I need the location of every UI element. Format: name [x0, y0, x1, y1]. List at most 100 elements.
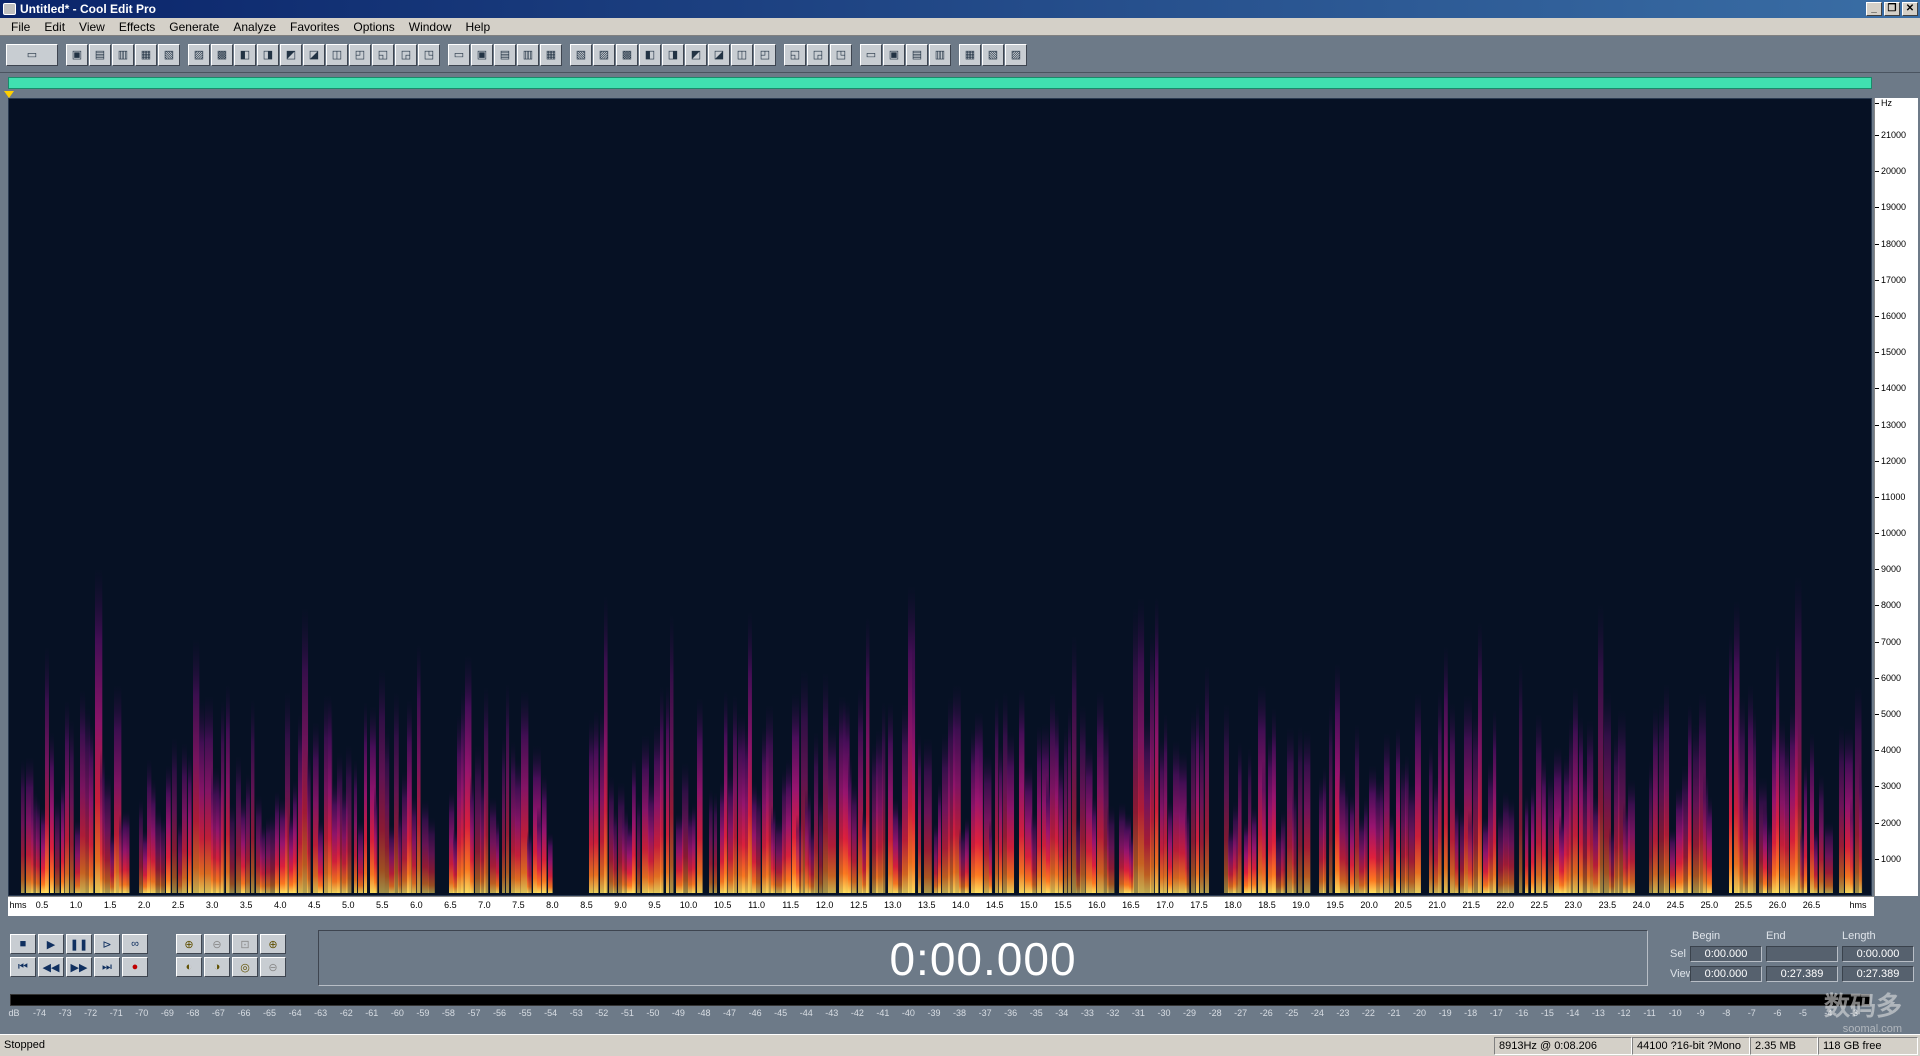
play-cursor-marker[interactable]	[4, 91, 14, 98]
menu-view[interactable]: View	[72, 18, 112, 36]
frequency-tick: 6000	[1875, 673, 1901, 683]
go-to-start-button[interactable]: ⏮	[10, 957, 36, 977]
record-button[interactable]: ●	[122, 957, 148, 977]
pitch-icon[interactable]: ▤	[906, 43, 928, 66]
fade-icon[interactable]: ▦	[540, 43, 562, 66]
time-ruler[interactable]: hms hms 0.5 1.0 1.5 2.0 2.5 3.0 3.5 4.0 4.5 5.0 5.…	[8, 896, 1874, 916]
spectral-energy-band	[1164, 713, 1168, 893]
zoom-out-horizontal-button[interactable]: ⊖	[204, 934, 230, 954]
rewind-button[interactable]: ◀◀	[38, 957, 64, 977]
play-to-end-button[interactable]: ⊳	[94, 934, 120, 954]
cd-icon[interactable]: ◲	[807, 43, 829, 66]
fast-forward-button[interactable]: ▶▶	[66, 957, 92, 977]
bpm-icon[interactable]: ◩	[685, 43, 707, 66]
save-icon[interactable]: ▥	[112, 43, 134, 66]
menu-edit[interactable]: Edit	[37, 18, 72, 36]
menu-analyze[interactable]: Analyze	[226, 18, 283, 36]
zoom-selection-button[interactable]: ◎	[232, 957, 258, 977]
spectral-energy-band	[1003, 691, 1008, 893]
spectral-energy-band	[1573, 686, 1578, 893]
time-tick: 4.5	[307, 900, 321, 910]
minimize-button[interactable]: _	[1866, 2, 1882, 16]
phase-icon[interactable]: ▧	[982, 43, 1004, 66]
meter-tick: -50	[646, 1008, 660, 1018]
pause-button[interactable]: ❚❚	[66, 934, 92, 954]
menu-window[interactable]: Window	[402, 18, 459, 36]
script-icon[interactable]: ▭	[860, 43, 882, 66]
spectral-energy-band	[275, 791, 280, 893]
settings-icon[interactable]: ◱	[784, 43, 806, 66]
go-to-end-button[interactable]: ⏭	[94, 957, 120, 977]
loop-button[interactable]: ∞	[122, 934, 148, 954]
copy-icon[interactable]: ◨	[257, 43, 279, 66]
zoom-to-left-button[interactable]: ◐	[176, 957, 202, 977]
paste-icon[interactable]: ◩	[280, 43, 302, 66]
status-bar: Stopped 8913Hz @ 0:08.206 44100 ?16-bit …	[0, 1034, 1920, 1056]
spectral-energy-band	[1064, 726, 1068, 893]
clipboard-icon[interactable]: ◲	[395, 43, 417, 66]
view-begin-field[interactable]: 0:00.000	[1690, 966, 1762, 982]
channel-icon[interactable]: ▤	[494, 43, 516, 66]
undo-icon[interactable]: ▨	[188, 43, 210, 66]
sel-end-field[interactable]	[1766, 946, 1838, 962]
spectral-energy-band	[36, 797, 40, 893]
zoom-out-full-button[interactable]: ⊡	[232, 934, 258, 954]
frequency-tick-label: 16000	[1881, 310, 1907, 321]
menu-effects[interactable]: Effects	[112, 18, 162, 36]
sel-begin-field[interactable]: 0:00.000	[1690, 946, 1762, 962]
restore-button[interactable]: ❐	[1884, 2, 1900, 16]
normalize-icon[interactable]: ▣	[471, 43, 493, 66]
zoom-to-right-button[interactable]: ◑	[204, 957, 230, 977]
cue-icon[interactable]: ▨	[593, 43, 615, 66]
menu-help[interactable]: Help	[458, 18, 497, 36]
view-end-field[interactable]: 0:27.389	[1766, 966, 1838, 982]
waveform-overview-bar[interactable]	[8, 77, 1872, 89]
grid-icon[interactable]: ◪	[708, 43, 730, 66]
mix-paste-icon[interactable]: ◪	[303, 43, 325, 66]
sel-length-field[interactable]: 0:00.000	[1842, 946, 1914, 962]
zoom-icon[interactable]: ◨	[662, 43, 684, 66]
close-file-icon[interactable]: ▧	[158, 43, 180, 66]
play-button[interactable]: ▶	[38, 934, 64, 954]
cut-icon[interactable]: ◧	[234, 43, 256, 66]
new-icon[interactable]: ▣	[66, 43, 88, 66]
menu-options[interactable]: Options	[346, 18, 401, 36]
spectral-energy-band	[226, 684, 230, 893]
close-button[interactable]: ✕	[1902, 2, 1918, 16]
batch-icon[interactable]: ▣	[883, 43, 905, 66]
find-icon[interactable]: ◳	[418, 43, 440, 66]
spectral-energy-band	[1107, 805, 1115, 893]
meter-tick: -17	[1489, 1008, 1503, 1018]
marker-icon[interactable]: ▩	[616, 43, 638, 66]
silence-icon[interactable]: ◰	[349, 43, 371, 66]
envelope-icon[interactable]: ▭	[448, 43, 470, 66]
play-list-icon[interactable]: ◧	[639, 43, 661, 66]
stop-button[interactable]: ■	[10, 934, 36, 954]
help-icon[interactable]: ◳	[830, 43, 852, 66]
analyze-icon[interactable]: ▦	[959, 43, 981, 66]
open-icon[interactable]: ▤	[89, 43, 111, 66]
fullscreen-icon[interactable]: ▨	[1005, 43, 1027, 66]
spectral-energy-band	[160, 816, 166, 893]
menu-generate[interactable]: Generate	[162, 18, 226, 36]
redo-icon[interactable]: ▩	[211, 43, 233, 66]
view-length-field[interactable]: 0:27.389	[1842, 966, 1914, 982]
zoom-in-vertical-button[interactable]: ⊕	[260, 934, 286, 954]
spectral-icon[interactable]: ◰	[754, 43, 776, 66]
save-as-icon[interactable]: ▦	[135, 43, 157, 66]
zoom-in-horizontal-button[interactable]: ⊕	[176, 934, 202, 954]
noise-icon[interactable]: ▥	[517, 43, 539, 66]
stretch-icon[interactable]: ▥	[929, 43, 951, 66]
menu-file[interactable]: File	[4, 18, 37, 36]
zoom-out-vertical-button[interactable]: ⊖	[260, 957, 286, 977]
region-icon[interactable]: ▧	[570, 43, 592, 66]
meter-icon[interactable]: ◫	[731, 43, 753, 66]
spectral-energy-band	[1196, 702, 1200, 893]
waveform-view-icon[interactable]: ▭	[6, 43, 58, 66]
meter-tick: -8	[1722, 1008, 1731, 1018]
spectral-view[interactable]	[8, 98, 1872, 896]
insert-icon[interactable]: ◱	[372, 43, 394, 66]
spectral-energy-band	[1804, 762, 1808, 893]
trim-icon[interactable]: ◫	[326, 43, 348, 66]
menu-favorites[interactable]: Favorites	[283, 18, 346, 36]
